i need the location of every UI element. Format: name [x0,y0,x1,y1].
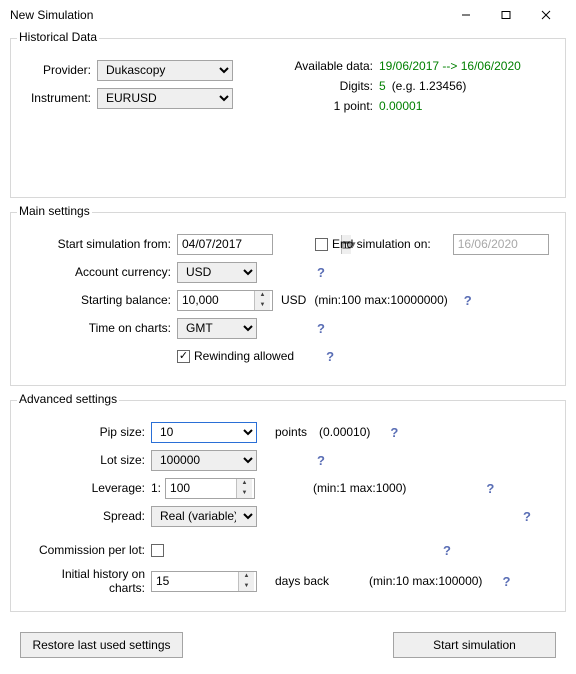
spread-select[interactable]: Real (variable) [151,506,257,527]
leverage-input[interactable] [166,479,236,498]
commission-label: Commission per lot: [23,543,151,557]
instrument-label: Instrument: [23,91,97,105]
help-icon[interactable]: ? [500,573,512,589]
main-settings-group: Main settings Start simulation from: ▾ E… [10,212,566,386]
pip-unit: points [275,425,307,439]
provider-select[interactable]: Dukascopy [97,60,233,81]
end-sim-label: End simulation on: [332,237,431,251]
spinner-icon[interactable]: ▲▼ [238,572,254,591]
history-field[interactable]: ▲▼ [151,571,257,592]
maximize-button[interactable] [486,0,526,30]
close-button[interactable] [526,0,566,30]
help-icon[interactable]: ? [315,320,327,336]
leverage-hint: (min:1 max:1000) [313,481,406,495]
start-button[interactable]: Start simulation [393,632,556,658]
spinner-icon[interactable]: ▲▼ [236,479,252,498]
restore-button[interactable]: Restore last used settings [20,632,183,658]
balance-label: Starting balance: [23,293,177,307]
window-title: New Simulation [10,8,446,22]
available-data-label: Available data: [283,59,373,73]
help-icon[interactable]: ? [441,542,453,558]
minimize-button[interactable] [446,0,486,30]
lot-select[interactable]: 100000 [151,450,257,471]
pip-extra: (0.00010) [319,425,370,439]
end-sim-checkbox[interactable] [315,238,328,251]
point-label: 1 point: [283,99,373,113]
historical-legend: Historical Data [17,30,99,44]
help-icon[interactable]: ? [484,480,496,496]
advanced-settings-group: Advanced settings Pip size: 10 points (0… [10,400,566,612]
time-label: Time on charts: [23,321,177,335]
end-date-field: ▾ [453,234,549,255]
balance-input[interactable] [178,291,254,310]
help-icon[interactable]: ? [315,264,327,280]
end-date-input [454,235,576,254]
spinner-icon[interactable]: ▲▼ [254,291,270,310]
pip-select[interactable]: 10 [151,422,257,443]
main-legend: Main settings [17,204,92,218]
lot-label: Lot size: [23,453,151,467]
rewind-label: Rewinding allowed [194,349,294,363]
balance-hint: (min:100 max:10000000) [314,293,447,307]
rewind-checkbox[interactable] [177,350,190,363]
history-input[interactable] [152,572,238,591]
leverage-prefix: 1: [151,481,161,495]
provider-label: Provider: [23,63,97,77]
leverage-field[interactable]: ▲▼ [165,478,255,499]
help-icon[interactable]: ? [315,452,327,468]
leverage-label: Leverage: [23,481,151,495]
pip-label: Pip size: [23,425,151,439]
balance-unit: USD [281,293,306,307]
instrument-select[interactable]: EURUSD [97,88,233,109]
commission-checkbox[interactable] [151,544,164,557]
digits-value: 5 [379,79,386,93]
point-value: 0.00001 [379,99,422,113]
help-icon[interactable]: ? [324,348,336,364]
spread-label: Spread: [23,509,151,523]
digits-hint: (e.g. 1.23456) [392,79,467,93]
start-date-field[interactable]: ▾ [177,234,273,255]
help-icon[interactable]: ? [521,508,533,524]
historical-data-group: Historical Data Provider: Dukascopy Inst… [10,38,566,198]
help-icon[interactable]: ? [388,424,400,440]
history-hint: (min:10 max:100000) [369,574,482,588]
advanced-legend: Advanced settings [17,392,119,406]
history-unit: days back [275,574,329,588]
titlebar: New Simulation [0,0,576,30]
help-icon[interactable]: ? [462,292,474,308]
bottom-bar: Restore last used settings Start simulat… [10,626,566,664]
start-sim-label: Start simulation from: [23,237,177,251]
currency-label: Account currency: [23,265,177,279]
digits-label: Digits: [283,79,373,93]
available-data-value: 19/06/2017 --> 16/06/2020 [379,59,521,73]
currency-select[interactable]: USD [177,262,257,283]
history-label: Initial history on charts: [23,567,151,595]
balance-field[interactable]: ▲▼ [177,290,273,311]
time-select[interactable]: GMT [177,318,257,339]
